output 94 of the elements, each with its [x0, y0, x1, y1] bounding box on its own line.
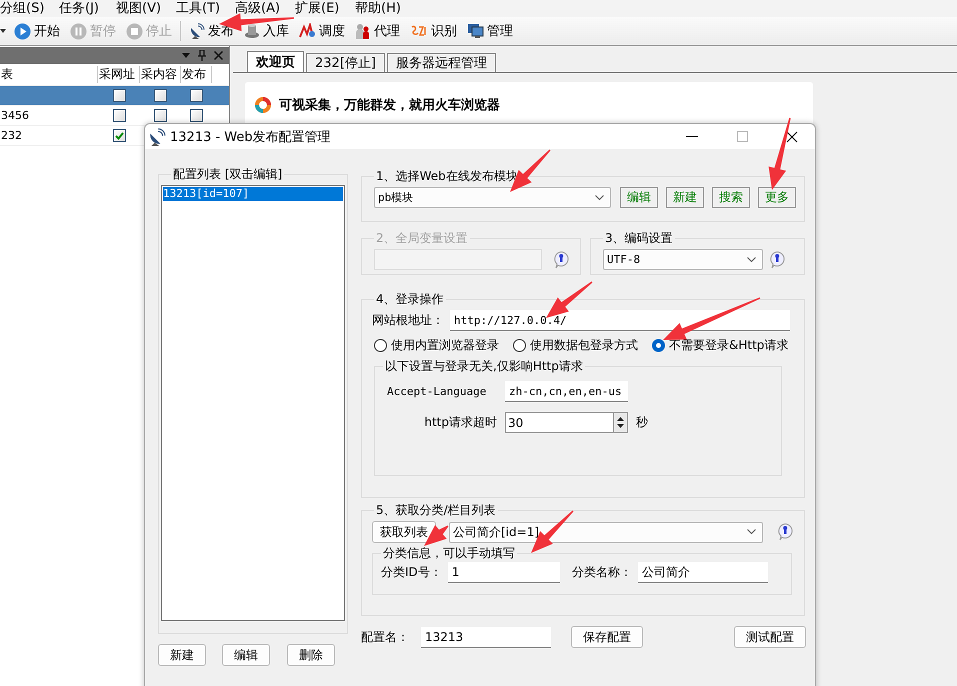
save-button[interactable]: 保存配置 — [571, 626, 643, 648]
radio-option[interactable]: 使用内置浏览器登录 — [374, 337, 499, 354]
menu-item[interactable]: 任务(J) — [59, 1, 116, 16]
action-button[interactable]: 删除 — [287, 644, 335, 666]
menu-item[interactable]: 高级(A) — [235, 1, 295, 16]
field-label: 配置名： — [361, 628, 410, 646]
module-select[interactable]: pb模块 — [374, 187, 611, 208]
column-header: 表 — [0, 66, 98, 83]
url-field[interactable]: http://127.0.0.4/ — [450, 310, 790, 331]
close-icon — [786, 130, 798, 142]
group-title: 以下设置与登录无关,仅影响Http请求 — [384, 358, 584, 375]
checkbox[interactable] — [190, 109, 203, 122]
play-icon — [14, 22, 31, 40]
minimize-icon — [686, 136, 698, 138]
module-button[interactable]: 编辑 — [620, 187, 658, 208]
toolbar-button[interactable]: 调度 — [297, 22, 347, 40]
checkbox[interactable] — [154, 89, 167, 102]
help-icon[interactable] — [768, 250, 786, 268]
group-title: 4、登录操作 — [375, 291, 445, 308]
person-icon — [355, 22, 371, 40]
module-button[interactable]: 搜索 — [712, 187, 750, 208]
menu-item[interactable]: 帮助(H) — [355, 1, 415, 16]
group-title: 2、全局变量设置 — [375, 230, 469, 247]
toolbar-button[interactable]: 代理 — [353, 22, 402, 40]
task-row[interactable] — [0, 86, 229, 106]
dropdown-caret-icon — [747, 256, 756, 262]
pause-icon — [70, 22, 87, 40]
input-field[interactable]: zh-cn,cn,en,en-us — [505, 381, 628, 402]
menu-item[interactable]: 扩展(E) — [295, 1, 355, 16]
task-name: 232 — [0, 129, 23, 142]
toolbar-button[interactable]: 开始 — [12, 22, 62, 40]
menu-item[interactable]: 工具(T) — [176, 1, 235, 16]
fetch-list-button[interactable]: 获取列表 — [372, 521, 436, 543]
field-label: http请求超时 — [423, 414, 497, 431]
toolbar-button[interactable]: 识别 — [408, 22, 459, 40]
menu-item[interactable]: 视图(V) — [116, 1, 176, 16]
tab[interactable]: 服务器远程管理 — [386, 53, 496, 72]
field-label: 分类名称： — [572, 564, 632, 581]
group-title: 3、编码设置 — [604, 230, 674, 247]
database-icon — [244, 23, 260, 39]
action-button[interactable]: 新建 — [158, 644, 206, 666]
checkbox[interactable] — [190, 89, 203, 102]
radio-button[interactable] — [374, 339, 387, 352]
field-label: 分类ID号： — [381, 564, 442, 581]
list-item[interactable]: 13213[id=107] — [163, 187, 343, 201]
number-field[interactable]: 30 — [505, 412, 613, 433]
group-title: 5、获取分类/栏目列表 — [375, 502, 497, 519]
maximize-icon — [736, 131, 748, 142]
monitor-icon — [467, 23, 484, 39]
encoding-select[interactable]: UTF-8 — [603, 249, 763, 270]
chart-icon — [299, 23, 316, 39]
dropdown-caret-icon — [595, 194, 604, 200]
tab[interactable]: 232[停止] — [306, 53, 385, 72]
radio-option[interactable]: 使用数据包登录方式 — [513, 337, 638, 354]
checkbox[interactable] — [112, 89, 126, 102]
field-label: Accept-Language — [387, 385, 488, 398]
stop-icon — [126, 22, 143, 40]
input-field[interactable]: 1 — [448, 562, 560, 583]
input-field[interactable]: 公司简介 — [638, 562, 768, 583]
close-icon[interactable] — [214, 51, 223, 60]
unit-label: 秒 — [636, 414, 648, 431]
checkbox[interactable] — [112, 109, 126, 122]
group-title: 配置列表 [双击编辑] — [172, 166, 284, 183]
module-button[interactable]: 新建 — [666, 187, 704, 208]
task-name: 3456 — [0, 109, 30, 122]
column-header: 采内容 — [140, 66, 181, 83]
headline: 可视采集，万能群发，就用火车浏览器 — [279, 96, 500, 114]
column-header: 发布 — [181, 66, 212, 83]
toolbar-button[interactable]: 管理 — [465, 22, 515, 40]
checkbox[interactable] — [112, 129, 126, 142]
satellite-dish-icon — [189, 23, 205, 39]
config-name-field[interactable]: 13213 — [421, 626, 551, 648]
spin-arrows-icon — [617, 416, 624, 429]
group-title: 分类信息，可以手动填写 — [382, 545, 516, 562]
spin-button[interactable] — [613, 412, 628, 433]
dropdown-caret-icon[interactable] — [0, 29, 6, 33]
logo-icon — [255, 96, 271, 112]
dropdown-caret-icon — [747, 529, 756, 535]
action-button[interactable]: 编辑 — [222, 644, 270, 666]
scan-icon — [410, 24, 428, 38]
test-button[interactable]: 测试配置 — [734, 626, 806, 648]
column-header: 采网址 — [98, 66, 140, 83]
pin-icon[interactable] — [198, 50, 206, 61]
module-button[interactable]: 更多 — [758, 187, 796, 208]
help-icon[interactable] — [776, 523, 794, 541]
satellite-dish-icon — [148, 128, 166, 146]
field-label: 网站根地址： — [372, 312, 444, 329]
menu-item[interactable]: 分组(S) — [0, 1, 59, 16]
radio-button[interactable] — [513, 339, 526, 352]
tab[interactable]: 欢迎页 — [247, 51, 304, 72]
category-select[interactable]: 公司简介[id=1] — [449, 522, 763, 542]
config-list[interactable]: 13213[id=107] — [161, 185, 345, 621]
radio-button[interactable] — [652, 339, 665, 352]
checkbox[interactable] — [154, 109, 167, 122]
